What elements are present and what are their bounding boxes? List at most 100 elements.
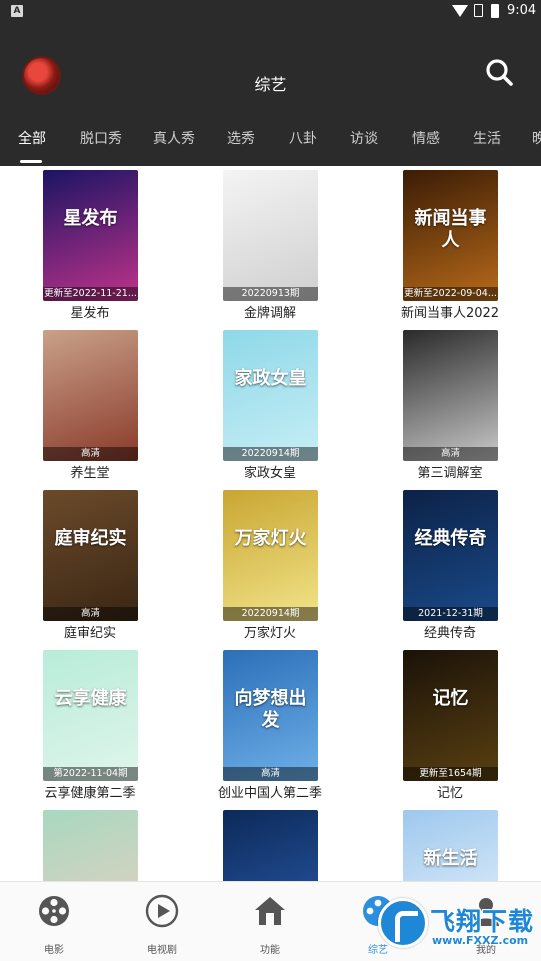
- program-title: 庭审纪实: [63, 626, 116, 641]
- active-tab-indicator: [20, 160, 42, 163]
- play-circle-icon: [145, 894, 179, 928]
- update-badge: 高清: [223, 767, 318, 781]
- program-poster[interactable]: 星发布更新至2022-11-21...: [43, 170, 138, 301]
- wifi-icon: [452, 5, 468, 17]
- tab-talk-show[interactable]: 脱口秀: [80, 128, 122, 148]
- status-time: 9:04: [507, 3, 537, 18]
- update-badge: 第2022-11-04期: [43, 767, 138, 781]
- program-card[interactable]: 万家灯火 20220914期 万家灯火: [180, 486, 360, 646]
- program-poster[interactable]: 家政女皇 20220914期: [223, 330, 318, 461]
- program-poster[interactable]: 万家灯火 20220914期: [223, 490, 318, 621]
- program-card[interactable]: 经典传奇 2021-12-31期 经典传奇: [360, 486, 540, 646]
- program-title: 家政女皇: [243, 466, 296, 481]
- tab-reality-show[interactable]: 真人秀: [153, 128, 195, 148]
- tab-talent-show[interactable]: 选秀: [227, 128, 255, 148]
- update-badge: 更新至2022-09-04...: [403, 287, 498, 301]
- program-title: 第三调解室: [417, 466, 483, 481]
- watermark-url: www.FXXZ.com: [432, 934, 529, 947]
- poster-art-text: 云享健康: [54, 688, 127, 709]
- program-poster[interactable]: [223, 810, 318, 881]
- category-tabs: 全部 脱口秀 真人秀 选秀 八卦 访谈 情感 生活 晚: [0, 122, 541, 163]
- program-card[interactable]: 20220913期 金牌调解: [180, 166, 360, 326]
- tab-emotion[interactable]: 情感: [412, 128, 440, 148]
- program-card[interactable]: 星发布 更新至2022-11-21... 星发布: [0, 166, 180, 326]
- program-poster[interactable]: [43, 810, 138, 881]
- program-poster[interactable]: 高清: [403, 330, 498, 461]
- program-poster[interactable]: 20220913期: [223, 170, 318, 301]
- program-poster[interactable]: 庭审纪实 高清: [43, 490, 138, 621]
- program-card[interactable]: [0, 806, 180, 881]
- program-card[interactable]: 庭审纪实 高清 庭审纪实: [0, 486, 180, 646]
- nav-label: 电影: [44, 945, 64, 956]
- update-badge: 高清: [43, 607, 138, 621]
- status-bar: A 9:04: [0, 0, 541, 24]
- update-badge: 高清: [403, 447, 498, 461]
- battery-icon: [491, 4, 499, 18]
- film-reel-icon: [39, 896, 69, 926]
- site-watermark: 飞翔下载 www.FXXZ.com: [378, 892, 538, 954]
- top-bar: A 9:04 综艺 全部 脱口秀 真人秀 选秀 八卦 访谈 情感 生活 晚: [0, 0, 541, 166]
- program-card[interactable]: 高清 养生堂: [0, 326, 180, 486]
- tab-evening[interactable]: 晚: [532, 128, 541, 148]
- nav-tv-series[interactable]: 电视剧: [108, 882, 216, 961]
- notification-a-icon: A: [11, 5, 23, 17]
- update-badge: 20220914期: [223, 447, 318, 461]
- program-poster[interactable]: 向梦想出发 高清: [223, 650, 318, 781]
- tab-lifestyle[interactable]: 生活: [473, 128, 501, 148]
- tab-all[interactable]: 全部: [18, 128, 46, 148]
- program-title: 万家灯火: [243, 626, 296, 641]
- update-badge: 20220913期: [223, 287, 318, 301]
- poster-art-text: 经典传奇: [414, 528, 487, 549]
- avatar[interactable]: [22, 56, 61, 95]
- update-badge: 更新至2022-11-21...: [43, 287, 138, 301]
- program-poster[interactable]: 经典传奇 2021-12-31期: [403, 490, 498, 621]
- program-card[interactable]: 新闻当事人更新至2022-09-04... 新闻当事人2022: [360, 166, 540, 326]
- program-poster[interactable]: 新闻当事人更新至2022-09-04...: [403, 170, 498, 301]
- program-card[interactable]: 新生活: [360, 806, 540, 881]
- poster-art-text: 新生活: [423, 848, 478, 869]
- update-badge: 更新至1654期: [403, 767, 498, 781]
- program-poster[interactable]: 记忆更新至1654期: [403, 650, 498, 781]
- poster-art-text: 万家灯火: [234, 528, 307, 549]
- program-title: 金牌调解: [243, 306, 296, 321]
- sim-icon: [474, 4, 483, 17]
- tab-gossip[interactable]: 八卦: [289, 128, 317, 148]
- page-title: 综艺: [254, 75, 287, 94]
- program-title: 经典传奇: [423, 626, 476, 641]
- watermark-logo-icon: [378, 898, 428, 948]
- poster-art-text: 庭审纪实: [54, 528, 127, 549]
- poster-art-text: 星发布: [63, 208, 118, 229]
- update-badge: 2021-12-31期: [403, 607, 498, 621]
- poster-art-text: 家政女皇: [234, 368, 307, 389]
- program-card[interactable]: 向梦想出发高清 创业中国人第二季: [180, 646, 360, 806]
- poster-art-text: 向梦想出发: [234, 688, 307, 731]
- program-title: 记忆: [436, 786, 463, 801]
- poster-art-text: 记忆: [432, 688, 469, 709]
- tab-interview[interactable]: 访谈: [350, 128, 378, 148]
- program-poster[interactable]: 新生活: [403, 810, 498, 881]
- watermark-text: 飞翔下载: [430, 907, 535, 936]
- update-badge: 高清: [43, 447, 138, 461]
- nav-functions[interactable]: 功能: [216, 882, 324, 961]
- program-title: 云享健康第二季: [44, 786, 136, 801]
- program-grid: 星发布 更新至2022-11-21... 星发布 20220913期 金牌调解 新…: [0, 166, 541, 881]
- home-icon: [255, 897, 285, 925]
- search-icon[interactable]: [485, 58, 513, 86]
- program-title: 新闻当事人2022: [400, 306, 500, 321]
- program-card[interactable]: 家政女皇 20220914期 家政女皇: [180, 326, 360, 486]
- screen: A 9:04 综艺 全部 脱口秀 真人秀 选秀 八卦 访谈 情感 生活 晚 星发…: [0, 0, 541, 961]
- program-card[interactable]: 云享健康第2022-11-04期 云享健康第二季: [0, 646, 180, 806]
- program-card[interactable]: 记忆 更新至1654期 记忆: [360, 646, 540, 806]
- program-title: 创业中国人第二季: [217, 786, 322, 801]
- program-poster[interactable]: 云享健康第2022-11-04期: [43, 650, 138, 781]
- update-badge: 20220914期: [223, 607, 318, 621]
- poster-art-text: 新闻当事人: [414, 208, 487, 251]
- nav-label: 功能: [260, 945, 280, 956]
- program-title: 星发布: [70, 306, 110, 321]
- nav-label: 电视剧: [147, 945, 177, 956]
- program-title: 养生堂: [70, 466, 110, 481]
- nav-movie[interactable]: 电影: [0, 882, 108, 961]
- program-card[interactable]: 高清 第三调解室: [360, 326, 540, 486]
- program-card[interactable]: [180, 806, 360, 881]
- program-poster[interactable]: 高清: [43, 330, 138, 461]
